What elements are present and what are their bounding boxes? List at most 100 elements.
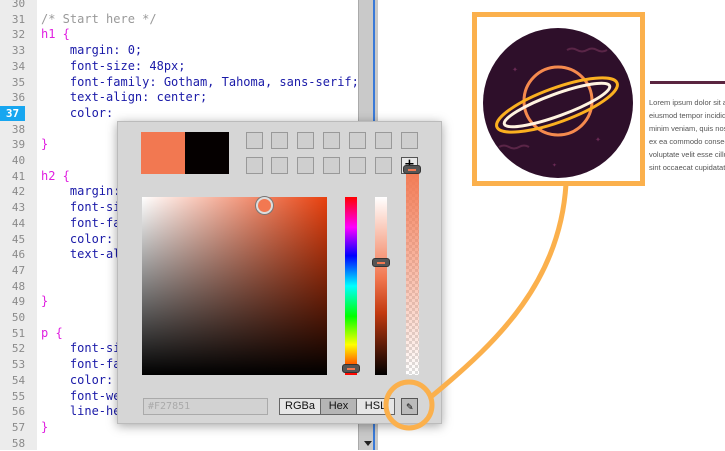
alpha-slider[interactable] — [406, 167, 419, 375]
declaration: font-family: Gotham, Tahoma, sans-serif; — [41, 74, 359, 89]
lorem-line: minim veniam, quis nostrud — [649, 124, 725, 133]
lorem-line: eiusmod tempor incididunt — [649, 111, 725, 120]
code-line[interactable]: /* Start here */ — [41, 12, 157, 27]
lorem-line: ex ea commodo consequat — [649, 137, 725, 146]
line-number: 56 — [11, 405, 26, 419]
scroll-down-arrow-icon[interactable] — [364, 441, 372, 446]
code-line[interactable]: color: — [41, 232, 113, 247]
lorem-line: Lorem ipsum dolor sit amet — [649, 98, 725, 107]
line-number-gutter: 30 31 32 33 34 35 36 37 38 39 40 41 42 43 44 45 46 47 48 49… — [0, 0, 37, 450]
code-line[interactable]: margin: — [41, 184, 121, 199]
empty-swatch-slot[interactable] — [349, 157, 366, 174]
alpha-slider-handle[interactable] — [403, 165, 421, 174]
code-line[interactable]: color: — [41, 373, 113, 388]
line-number: 50 — [11, 311, 26, 324]
code-line[interactable]: font-family: Gotham, Tahoma, sans-serif; — [41, 75, 359, 90]
code-line[interactable]: font-si — [41, 200, 121, 215]
color-selector-knob[interactable] — [256, 197, 273, 214]
declaration: color: — [41, 372, 114, 387]
code-line[interactable]: p { — [41, 326, 63, 341]
code-line[interactable]: color: — [41, 106, 113, 121]
comment: /* Start here */ — [41, 11, 157, 26]
empty-swatch-slot[interactable] — [375, 132, 392, 149]
empty-swatch-slot[interactable] — [297, 132, 314, 149]
declaration: text-align: center; — [41, 90, 208, 105]
mode-hsl-button[interactable]: HSL — [356, 398, 395, 415]
code-line[interactable]: } — [41, 420, 48, 435]
svg-text:✦: ✦ — [595, 134, 601, 145]
current-color-swatch — [141, 132, 185, 174]
code-line[interactable]: font-fa — [41, 357, 121, 372]
line-number: 41 — [11, 169, 26, 183]
mode-rgba-button[interactable]: RGBa — [279, 398, 321, 415]
line-number: 36 — [11, 91, 26, 105]
saturation-brightness-field[interactable] — [142, 197, 327, 375]
eyedropper-icon: ✎ — [406, 400, 413, 413]
line-number: 42 — [11, 185, 26, 199]
code-line[interactable]: line-he — [41, 404, 121, 419]
line-number: 34 — [11, 59, 26, 73]
hue-slider-handle[interactable] — [342, 364, 360, 373]
line-number: 57 — [11, 420, 26, 434]
code-line[interactable]: } — [41, 137, 48, 152]
hue-slider[interactable] — [345, 197, 357, 375]
line-number: 54 — [11, 373, 26, 387]
line-number: 49 — [11, 295, 26, 309]
selector: } — [41, 419, 49, 434]
code-line[interactable]: h1 { — [41, 27, 70, 42]
line-number: 32 — [11, 28, 26, 42]
line-number: 35 — [11, 75, 26, 89]
preview-divider-rule — [650, 81, 725, 84]
line-number: 52 — [11, 342, 26, 356]
svg-text:✦: ✦ — [512, 64, 518, 75]
empty-swatch-slot[interactable] — [401, 132, 418, 149]
empty-swatch-slot[interactable] — [271, 132, 288, 149]
code-line[interactable]: h2 { — [41, 169, 70, 184]
declaration: margin: 0; — [41, 43, 143, 58]
line-number: 51 — [11, 326, 26, 340]
code-line[interactable]: font-size: 48px; — [41, 59, 186, 74]
line-number: 31 — [11, 12, 26, 26]
preview-image-highlight: ✦ ✦ ✦ — [472, 12, 645, 186]
code-line[interactable]: text-al — [41, 247, 121, 262]
empty-swatch-slot[interactable] — [349, 132, 366, 149]
empty-swatch-slot[interactable] — [375, 157, 392, 174]
lightness-slider[interactable] — [375, 197, 387, 375]
selector: p { — [41, 325, 63, 340]
planet-illustration: ✦ ✦ ✦ — [483, 28, 633, 178]
eyedropper-button[interactable]: ✎ — [401, 398, 418, 415]
declaration: font-si — [41, 200, 121, 215]
code-line[interactable]: font-fa — [41, 216, 121, 231]
declaration: text-al — [41, 247, 121, 262]
line-number: 37 — [0, 105, 25, 121]
lorem-line: voluptate velit esse cillum — [649, 150, 725, 159]
line-number: 33 — [11, 44, 26, 58]
declaration: font-si — [41, 341, 121, 356]
selector: } — [41, 294, 49, 309]
code-line[interactable]: margin: 0; — [41, 43, 142, 58]
empty-swatch-slot[interactable] — [323, 132, 340, 149]
empty-swatch-slot[interactable] — [246, 132, 263, 149]
code-line[interactable]: font-we — [41, 388, 121, 404]
line-number: 40 — [11, 154, 26, 167]
preview-paragraph: Lorem ipsum dolor sit amet eiusmod tempor… — [649, 96, 725, 174]
line-number: 58 — [11, 436, 26, 450]
empty-swatch-slot[interactable] — [297, 157, 314, 174]
code-line[interactable]: text-align: center; — [41, 90, 207, 105]
previous-color-swatch[interactable] — [185, 132, 229, 174]
code-line[interactable]: font-si — [41, 341, 121, 356]
selector: h1 { — [41, 27, 70, 42]
line-number: 38 — [11, 122, 26, 136]
line-number: 39 — [11, 138, 26, 152]
declaration: font-we — [41, 388, 121, 403]
empty-swatch-slot[interactable] — [323, 157, 340, 174]
line-number: 47 — [11, 263, 26, 277]
line-number: 55 — [11, 389, 26, 403]
line-number: 46 — [11, 248, 26, 262]
code-line[interactable]: } — [41, 294, 48, 309]
mode-hex-button[interactable]: Hex — [320, 398, 357, 415]
hex-input[interactable]: #F27851 — [143, 398, 268, 415]
empty-swatch-slot[interactable] — [246, 157, 263, 174]
lightness-slider-handle[interactable] — [372, 258, 390, 267]
empty-swatch-slot[interactable] — [271, 157, 288, 174]
